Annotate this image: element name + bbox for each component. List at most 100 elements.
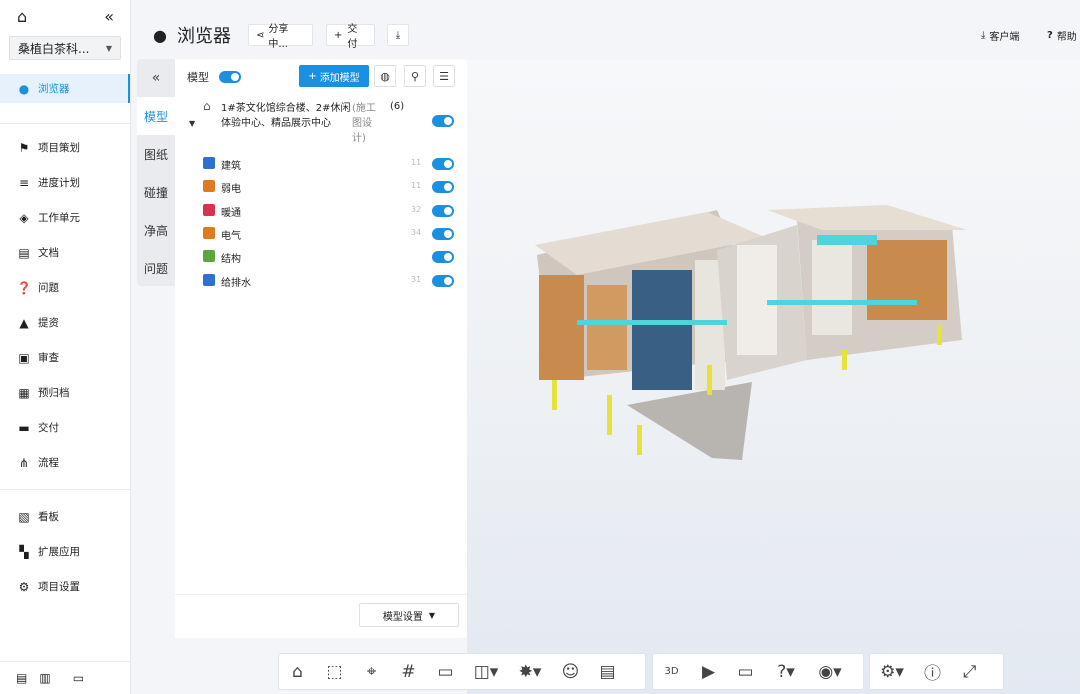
layer-row[interactable]: 结构	[203, 248, 455, 266]
menu-button[interactable]: ☰	[433, 65, 455, 87]
section-box-icon[interactable]: ◫▾	[464, 653, 508, 690]
nav-item-dashboard[interactable]: ▧ 看板	[0, 499, 130, 534]
client-link[interactable]: ⤓ 客户端	[981, 28, 1019, 43]
nav-item-planning[interactable]: ⚑ 项目策划	[0, 130, 130, 165]
structural-column	[607, 395, 612, 435]
chevron-down-icon: ▼	[105, 43, 112, 53]
gear-icon: ⚙	[18, 579, 30, 594]
layer-icon	[203, 157, 215, 169]
nav-label: 扩展应用	[38, 546, 80, 558]
root-toggle[interactable]	[432, 115, 454, 127]
layer-toggle[interactable]	[432, 158, 454, 170]
nav-label: 预归档	[38, 387, 70, 399]
annotation-icon[interactable]: ▭	[727, 653, 764, 690]
layer-count: 31	[411, 274, 422, 284]
layer-toggle[interactable]	[432, 181, 454, 194]
nav-item-documents[interactable]: ▤ 文档	[0, 235, 130, 270]
model-settings-button[interactable]: 模型设置 ▼	[359, 603, 459, 627]
nav-item-work-unit[interactable]: ◈ 工作单元	[0, 200, 130, 235]
eye-icon[interactable]: ◉▾	[808, 653, 852, 690]
tab-clearance[interactable]: 净高	[137, 211, 175, 249]
storage-icon[interactable]: ▭	[73, 671, 84, 685]
nav-item-review[interactable]: ▣ 审查	[0, 340, 130, 375]
camera-icon[interactable]: ▶	[690, 653, 727, 690]
apps-icon: ▚	[19, 544, 29, 559]
help-link[interactable]: ? 帮助	[1047, 28, 1077, 43]
layer-row[interactable]: 建筑 11	[203, 155, 455, 173]
layer-count: 34	[411, 227, 422, 237]
layer-row[interactable]: 暖通 32	[203, 202, 455, 220]
browser-icon: ●	[18, 81, 30, 96]
deliver-button[interactable]: + 交付	[326, 24, 375, 50]
nav-label: 问题	[38, 282, 59, 294]
person-icon[interactable]: ☺	[552, 653, 589, 690]
nav-item-submit[interactable]: ▲ 提资	[0, 305, 130, 340]
measure-icon[interactable]: ▭	[427, 653, 464, 690]
workflow-icon: ⋔	[18, 455, 30, 470]
download-button[interactable]: ⤓	[387, 24, 409, 46]
hvac-duct	[767, 300, 917, 305]
layer-row[interactable]: 弱电 11	[203, 178, 455, 196]
properties-icon[interactable]: ▤	[589, 653, 626, 690]
collapse-sidebar-icon[interactable]: «	[104, 7, 114, 26]
nav-label: 工作单元	[38, 212, 80, 224]
model-panel: 模型 + 添加模型 ◍ ⚲ ☰ ▼ ⌂ 1#茶文化馆综合楼、2#休闲体验中心、精…	[175, 59, 467, 638]
header: ● 浏览器 ⋖ 分享中... + 交付 ⤓ ⤓ 客户端 ? 帮助	[131, 0, 1080, 60]
model-toggle[interactable]	[219, 71, 241, 83]
notes-icon[interactable]: ▤	[16, 671, 27, 685]
upload-doc-icon: ▲	[19, 315, 29, 330]
project-select[interactable]: 桑植白茶科... ▼	[9, 36, 121, 60]
nav-item-workflow[interactable]: ⋔ 流程	[0, 445, 130, 480]
home-view-icon[interactable]: ⌂	[279, 653, 316, 690]
add-model-button[interactable]: + 添加模型	[299, 65, 369, 87]
nav-item-issues[interactable]: ❓ 问题	[0, 270, 130, 305]
layer-icon	[203, 226, 215, 239]
nav-item-schedule[interactable]: ≡ 进度计划	[0, 165, 130, 200]
share-button[interactable]: ⋖ 分享中...	[248, 24, 313, 50]
question-icon[interactable]: ?▾	[764, 653, 808, 690]
collapse-panel-icon[interactable]: «	[137, 59, 175, 97]
tab-drawings[interactable]: 图纸	[137, 135, 175, 173]
structural-column	[707, 365, 712, 395]
info-icon[interactable]: ⓘ	[914, 653, 951, 690]
building-model[interactable]	[467, 60, 1080, 694]
home-icon[interactable]: ⌂	[17, 7, 27, 26]
recycle-icon[interactable]: ▥	[39, 671, 50, 685]
model-viewer[interactable]	[467, 60, 1080, 694]
nav-item-project-settings[interactable]: ⚙ 项目设置	[0, 569, 130, 604]
nav-label: 审查	[38, 352, 59, 364]
panel-label: 模型	[187, 71, 209, 84]
briefcase-icon: ▬	[18, 420, 30, 435]
explode-icon[interactable]: ✸▾	[508, 653, 552, 690]
schedule-icon: ≡	[18, 175, 30, 190]
layer-toggle[interactable]	[432, 274, 454, 287]
tab-issues[interactable]: 问题	[137, 249, 175, 287]
layer-toggle[interactable]	[432, 204, 454, 217]
layer-row[interactable]: 给排水 31	[203, 272, 455, 290]
layer-toggle[interactable]	[432, 227, 454, 240]
3d-2d-switch-icon[interactable]: 3D	[653, 653, 690, 690]
right-facade	[812, 240, 852, 335]
nav-item-extensions[interactable]: ▚ 扩展应用	[0, 534, 130, 569]
home-icon: ⌂	[203, 99, 211, 113]
expand-caret-icon[interactable]: ▼	[189, 119, 195, 128]
tree-root[interactable]: ▼ ⌂ 1#茶文化馆综合楼、2#休闲体验中心、精品展示中心 (施工图设计) (6…	[187, 99, 457, 149]
tab-model[interactable]: 模型	[137, 97, 175, 135]
palette-button[interactable]: ◍	[374, 65, 396, 87]
nav-label: 提资	[38, 317, 59, 329]
layer-row[interactable]: 电气 34	[203, 225, 455, 243]
hvac-duct	[817, 235, 877, 245]
gear-icon[interactable]: ⚙▾	[870, 653, 914, 690]
nav-item-browser[interactable]: ● 浏览器	[0, 74, 130, 103]
fullscreen-icon[interactable]: ⤢	[951, 653, 988, 690]
tab-collision[interactable]: 碰撞	[137, 173, 175, 211]
nav-item-deliver[interactable]: ▬ 交付	[0, 410, 130, 445]
locate-icon[interactable]: ⌖	[353, 653, 390, 690]
palette-icon: ◍	[380, 69, 390, 83]
layer-toggle[interactable]	[432, 251, 454, 264]
browser-icon: ●	[153, 25, 167, 45]
search-button[interactable]: ⚲	[404, 65, 426, 87]
zoom-area-icon[interactable]: ⬚	[316, 653, 353, 690]
nav-item-pre-archive[interactable]: ▦ 预归档	[0, 375, 130, 410]
grid-icon[interactable]: #	[390, 653, 427, 690]
